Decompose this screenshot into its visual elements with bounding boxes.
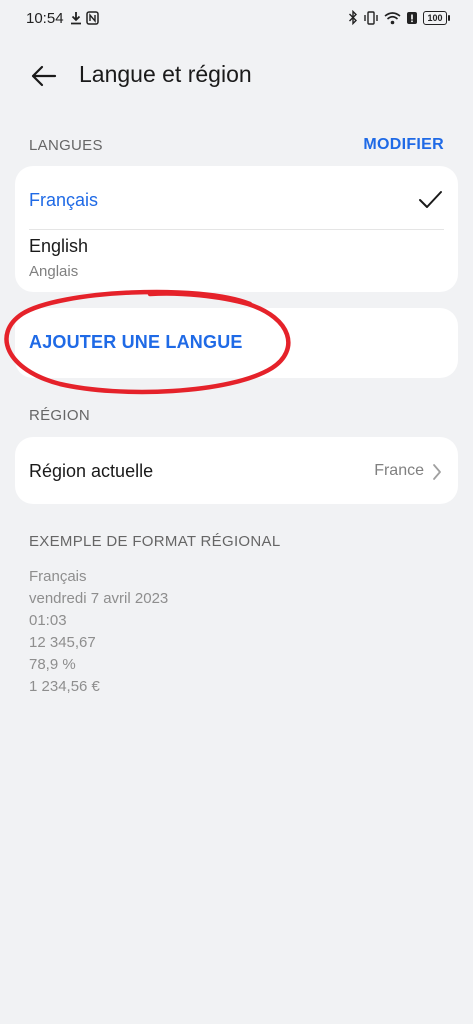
language-sublabel: Anglais xyxy=(29,263,79,280)
alert-icon xyxy=(406,11,418,25)
current-region-label: Région actuelle xyxy=(29,461,154,481)
language-item-english[interactable]: English Anglais xyxy=(15,230,458,292)
example-line: Français xyxy=(29,568,87,585)
languages-section-label: LANGUES xyxy=(29,137,103,154)
add-language-label: AJOUTER UNE LANGUE xyxy=(29,332,243,352)
languages-card: Français English Anglais xyxy=(15,166,458,292)
wifi-icon xyxy=(384,11,401,25)
battery-icon: 100 xyxy=(423,10,450,25)
page-title: Langue et région xyxy=(79,61,252,87)
modify-button[interactable]: MODIFIER xyxy=(363,136,444,154)
example-format-lines: Français vendredi 7 avril 2023 01:03 12 … xyxy=(29,566,168,698)
language-label: English xyxy=(29,236,89,256)
status-time: 10:54 xyxy=(26,10,64,27)
nfc-icon xyxy=(86,11,99,25)
check-icon xyxy=(419,191,442,208)
screen: 10:54 100 Langue et région LANGUES MODIF… xyxy=(0,0,473,1024)
current-region-value: France xyxy=(374,462,424,479)
example-line: 78,9 % xyxy=(29,656,76,673)
download-icon xyxy=(70,11,82,25)
example-format-title: EXEMPLE DE FORMAT RÉGIONAL xyxy=(29,533,281,550)
chevron-right-icon xyxy=(433,464,441,480)
back-button[interactable] xyxy=(28,60,60,92)
region-section-label: RÉGION xyxy=(29,407,90,424)
add-language-button[interactable]: AJOUTER UNE LANGUE xyxy=(15,308,458,378)
language-item-francais[interactable]: Français xyxy=(15,166,458,230)
status-left-icons xyxy=(70,11,99,25)
example-line: vendredi 7 avril 2023 xyxy=(29,590,169,607)
example-line: 01:03 xyxy=(29,612,67,629)
example-line: 12 345,67 xyxy=(29,634,96,651)
bluetooth-icon xyxy=(348,10,358,25)
status-bar: 10:54 100 xyxy=(0,0,473,38)
example-line: 1 234,56 € xyxy=(29,678,100,695)
vibrate-icon xyxy=(363,10,379,25)
status-right-icons: 100 xyxy=(348,10,450,25)
current-region-row[interactable]: Région actuelle France xyxy=(15,437,458,504)
header: Langue et région xyxy=(0,56,473,96)
language-label: Français xyxy=(29,190,99,210)
back-arrow-icon xyxy=(31,65,57,87)
